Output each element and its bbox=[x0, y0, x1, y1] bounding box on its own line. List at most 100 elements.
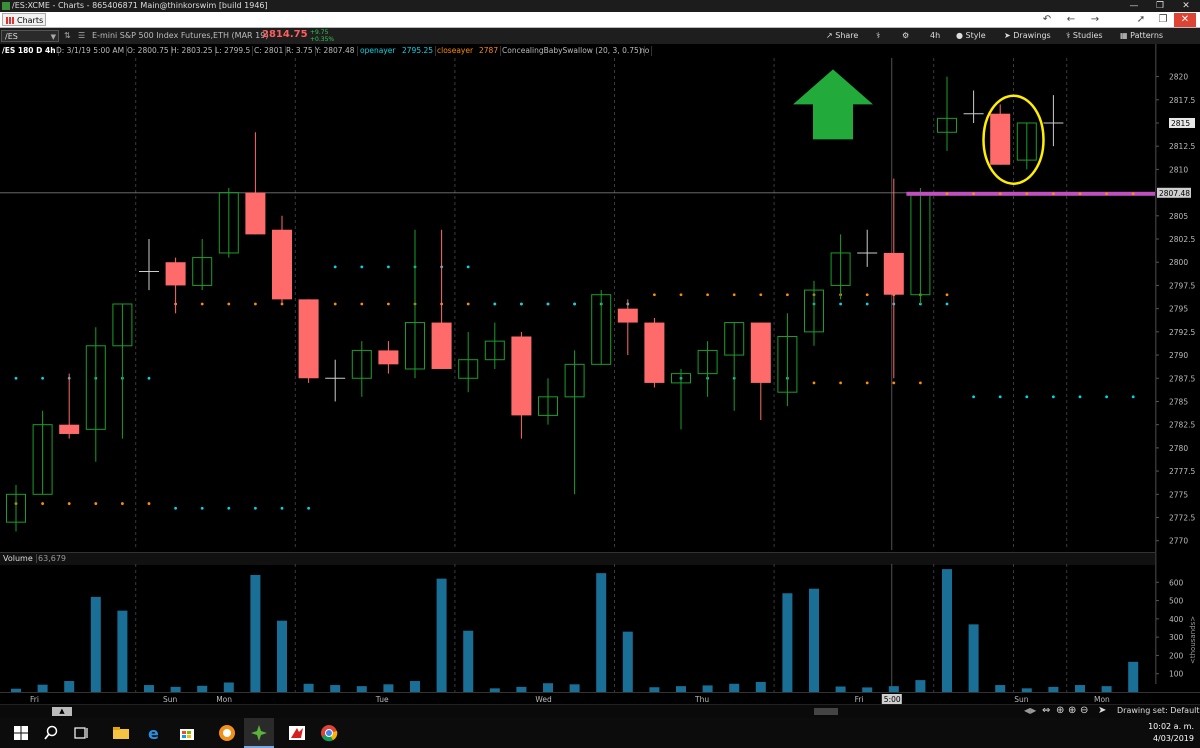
volume-bar bbox=[277, 620, 287, 692]
closeayer-dot bbox=[1131, 395, 1135, 399]
volume-bar bbox=[383, 684, 394, 692]
scroll-left-icon[interactable]: ◀▶ bbox=[1024, 706, 1036, 715]
openayer-dot bbox=[121, 502, 124, 505]
openayer-dot bbox=[41, 502, 44, 505]
price-chart[interactable] bbox=[0, 58, 1155, 550]
study-flag: no bbox=[638, 46, 653, 56]
cursor-icon: ➤ bbox=[1004, 31, 1014, 40]
detach-icon[interactable]: ❐ bbox=[1152, 13, 1174, 27]
file-explorer-icon[interactable] bbox=[112, 724, 130, 742]
close-tab-icon[interactable]: ✕ bbox=[1174, 13, 1196, 27]
time-tick-label: Sun bbox=[163, 695, 178, 704]
system-clock[interactable]: 10:02 a. m. 4/03/2019 bbox=[1148, 721, 1194, 745]
volume-tick-label: 500 bbox=[1169, 597, 1184, 606]
svg-text:e: e bbox=[148, 724, 159, 742]
style-icon: ● bbox=[956, 31, 966, 40]
candle-body-down bbox=[165, 262, 186, 286]
chrome-icon[interactable] bbox=[320, 724, 338, 742]
openayer-dot bbox=[387, 302, 390, 306]
symbol-input-value: /ES bbox=[5, 32, 18, 41]
pan-icon[interactable]: ⇔ bbox=[1042, 705, 1050, 716]
flask-studies-icon: ⚕ bbox=[1066, 31, 1073, 40]
volume-bar bbox=[330, 685, 341, 692]
crosshair-price-label: 2807.48 bbox=[1159, 189, 1190, 198]
red-app-icon[interactable] bbox=[288, 724, 306, 742]
link-icon[interactable]: ⇅ bbox=[64, 31, 71, 41]
windows-start-icon[interactable] bbox=[12, 724, 30, 742]
volume-bar bbox=[37, 684, 48, 692]
candle-body-down bbox=[431, 322, 452, 369]
price-axis[interactable]: 2820 2817.5 2815 2812.5 2810 2807.48 2805 2802.… bbox=[1155, 44, 1200, 684]
openayer-dot bbox=[200, 302, 204, 306]
menu-icon[interactable]: ☰ bbox=[78, 31, 85, 41]
symbol-description: E-mini S&P 500 Index Futures,ETH (MAR 19… bbox=[92, 31, 269, 40]
price-tick-label: 2772.5 bbox=[1169, 514, 1195, 523]
cursor-tool-icon[interactable]: ➤ bbox=[1098, 705, 1106, 716]
scroll-thumb[interactable] bbox=[814, 708, 838, 715]
store-icon[interactable] bbox=[178, 724, 196, 742]
volume-tick-label: 100 bbox=[1169, 670, 1184, 679]
orange-app-icon[interactable] bbox=[218, 724, 236, 742]
openayer-dot bbox=[67, 502, 71, 505]
drawings-button[interactable]: ➤ Drawings bbox=[1004, 31, 1051, 41]
price-tick-label: 2820 bbox=[1169, 73, 1188, 82]
openayer-dot bbox=[945, 192, 949, 196]
restore-button[interactable]: ❐ bbox=[1146, 0, 1174, 12]
closeayer-label: closeayer bbox=[437, 46, 474, 55]
patterns-icon: ▦ bbox=[1120, 31, 1131, 40]
volume-bar bbox=[250, 574, 261, 692]
openayer-dot bbox=[679, 293, 683, 297]
openayer-dot bbox=[706, 293, 709, 297]
share-icon: ↗ bbox=[826, 31, 836, 40]
volume-bar bbox=[223, 682, 234, 692]
search-icon[interactable] bbox=[42, 724, 60, 742]
edge-browser-icon[interactable]: e bbox=[146, 724, 164, 742]
studies-button[interactable]: ⚕ Studies bbox=[1066, 31, 1103, 41]
forward-arrow-icon[interactable]: → bbox=[1084, 13, 1106, 27]
symbol-input[interactable]: /ES ▼ bbox=[1, 30, 59, 42]
share-button[interactable]: ↗ Share bbox=[826, 31, 858, 41]
pin-icon[interactable]: ➚ bbox=[1130, 13, 1152, 27]
current-price-label: 2815 bbox=[1171, 119, 1190, 128]
closeayer-dot bbox=[1052, 395, 1055, 399]
volume-tick-label: 300 bbox=[1169, 633, 1184, 642]
candle-body-down bbox=[378, 350, 399, 365]
change-percent: +0.35% bbox=[310, 36, 335, 43]
minimize-button[interactable]: — bbox=[1120, 0, 1148, 12]
patterns-label: Patterns bbox=[1130, 31, 1164, 40]
openayer-dot bbox=[227, 302, 231, 306]
crosshair-icon[interactable]: ⊕ bbox=[1056, 705, 1064, 716]
bar-low: L: 2799.5 bbox=[213, 46, 254, 56]
tab-charts[interactable]: Charts bbox=[2, 13, 46, 26]
timeframe-button[interactable]: 4h bbox=[930, 31, 940, 41]
style-label: Style bbox=[965, 31, 986, 40]
candle-body-down bbox=[990, 113, 1011, 165]
price-grid bbox=[0, 58, 1155, 550]
zoom-in-icon[interactable]: ⊕ bbox=[1068, 705, 1076, 716]
chart-scrollbar[interactable]: ▲ ◀▶ ⇔ ⊕ ⊕ ⊖ ➤ Drawing set: Default bbox=[0, 704, 1200, 718]
volume-chart[interactable] bbox=[0, 564, 1155, 692]
close-button[interactable]: ✕ bbox=[1172, 0, 1200, 12]
thinkorswim-icon[interactable] bbox=[250, 724, 268, 742]
back-arrow-icon[interactable]: ← bbox=[1060, 13, 1082, 27]
gear-icon[interactable]: ⚙ bbox=[902, 31, 909, 41]
undo-icon[interactable]: ↶ bbox=[1036, 13, 1058, 27]
chart-info-bar: /ES 180 D 4h D: 3/1/19 5:00 AM O: 2800.7… bbox=[0, 44, 1155, 58]
flask-icon[interactable]: ⚕ bbox=[876, 31, 880, 41]
drawing-set-label[interactable]: Drawing set: Default bbox=[1117, 706, 1200, 715]
window-title: /ES:XCME - Charts - 865406871 Main@think… bbox=[12, 1, 268, 10]
volume-bar bbox=[596, 573, 607, 692]
bar-y: Y: 2807.48 bbox=[313, 46, 358, 56]
clock-date: 4/03/2019 bbox=[1152, 734, 1194, 743]
volume-bar bbox=[755, 681, 766, 692]
zoom-out-icon[interactable]: ⊖ bbox=[1080, 705, 1088, 716]
chart-bars-icon bbox=[6, 17, 14, 24]
task-view-icon[interactable] bbox=[72, 724, 90, 742]
style-button[interactable]: ● Style bbox=[956, 31, 986, 41]
volume-bar bbox=[809, 588, 819, 692]
openayer-dot bbox=[466, 302, 470, 306]
study-label: ConcealingBabySwallow (20, 3, 0.75) bbox=[500, 46, 645, 56]
openayer-dot bbox=[865, 293, 869, 297]
collapse-button[interactable]: ▲ bbox=[52, 707, 72, 716]
patterns-button[interactable]: ▦ Patterns bbox=[1120, 31, 1163, 41]
